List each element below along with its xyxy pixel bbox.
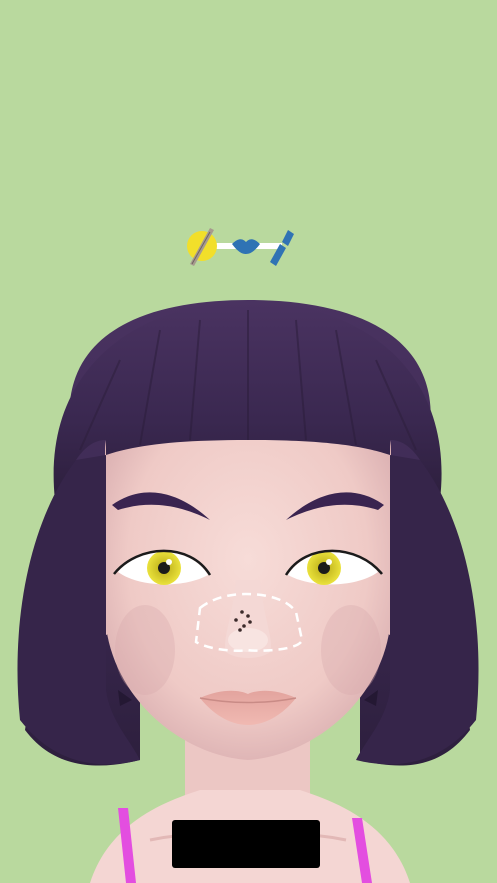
blackhead[interactable] — [240, 610, 244, 614]
blackhead[interactable] — [242, 624, 246, 628]
bottom-panel — [172, 820, 320, 868]
blackhead[interactable] — [248, 620, 252, 624]
progress-bar — [187, 228, 294, 266]
tweezers-icon — [187, 228, 217, 266]
blackheads-cluster[interactable] — [234, 610, 252, 632]
blackhead[interactable] — [246, 614, 250, 618]
blackhead[interactable] — [238, 628, 242, 632]
lips-icon — [232, 239, 260, 254]
game-screen[interactable] — [0, 0, 497, 883]
blackhead[interactable] — [234, 618, 238, 622]
target-zone-layer[interactable] — [0, 0, 497, 883]
